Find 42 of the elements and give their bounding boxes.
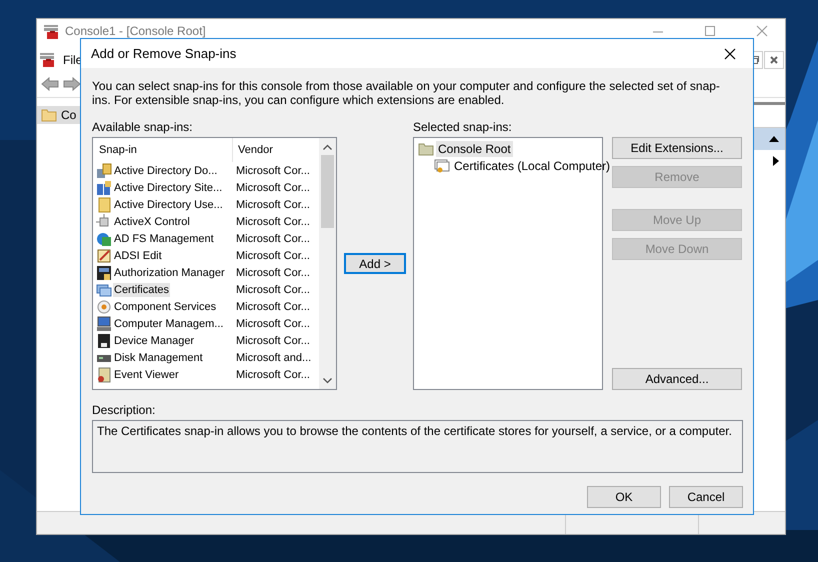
- table-cell-text: Microsoft Cor...: [235, 232, 310, 244]
- list-item[interactable]: Active Directory Use...: [113, 198, 224, 212]
- list-item[interactable]: Disk Management: [113, 350, 204, 364]
- table-cell-text: Microsoft Cor...: [235, 300, 310, 312]
- list-item[interactable]: AD FS Management: [113, 232, 215, 246]
- list-item[interactable]: ADSI Edit: [113, 248, 163, 262]
- table-cell-text: Microsoft Cor...: [235, 266, 310, 278]
- description-text: The Certificates snap-in allows you to browse the contents of the certificate stores for yourself, a service, or a computer.: [92, 420, 743, 473]
- list-item[interactable]: ActiveX Control: [113, 214, 191, 228]
- list-item[interactable]: Device Manager: [113, 334, 196, 348]
- add-button[interactable]: Add >: [344, 253, 406, 274]
- table-cell-text: Microsoft Cor...: [235, 284, 310, 296]
- list-item[interactable]: Certificates: [113, 282, 170, 296]
- column-header[interactable]: Snap-in: [93, 138, 233, 162]
- table-cell-text: Microsoft Cor...: [235, 198, 310, 210]
- field-label: Selected snap-ins:: [413, 120, 513, 134]
- dialog-button[interactable]: Cancel: [669, 486, 743, 508]
- list-item[interactable]: Component Services: [113, 300, 218, 314]
- list-item[interactable]: Active Directory Site...: [113, 180, 224, 194]
- table-cell-text: Microsoft Cor...: [235, 334, 310, 346]
- tree-item[interactable]: Certificates (Local Computer): [452, 158, 612, 174]
- table-cell-text: Microsoft Cor...: [235, 216, 310, 228]
- list-item[interactable]: Authorization Manager: [113, 266, 226, 280]
- tree-item[interactable]: Console Root: [436, 140, 513, 156]
- table-cell-text: Microsoft Cor...: [235, 368, 310, 380]
- list-item[interactable]: Active Directory Do...: [113, 164, 218, 178]
- action-button[interactable]: Edit Extensions...: [612, 137, 742, 159]
- action-button[interactable]: Advanced...: [612, 368, 742, 390]
- field-label: Description:: [92, 403, 156, 417]
- intro-text: You can select snap-ins for this console from those available on your computer and configure the selected set of snap-ins. For extensible snap-ins, you can configure which extensions are enabled.: [92, 79, 721, 107]
- list-item[interactable]: Event Viewer: [113, 368, 180, 382]
- table-cell-text: Microsoft Cor...: [235, 250, 310, 262]
- dialog-title: Add or Remove Snap-ins: [91, 46, 238, 61]
- table-cell-text: Microsoft and...: [235, 352, 312, 364]
- column-header[interactable]: Vendor: [233, 144, 319, 156]
- field-label: Available snap-ins:: [92, 120, 194, 134]
- table-cell-text: Microsoft Cor...: [235, 318, 310, 330]
- dialog-button[interactable]: OK: [587, 486, 661, 508]
- window-title: Console1 - [Console Root]: [65, 24, 207, 38]
- list-item[interactable]: Computer Managem...: [113, 316, 224, 330]
- table-cell-text: Microsoft Cor...: [235, 182, 310, 194]
- table-cell-text: Microsoft Cor...: [235, 164, 310, 176]
